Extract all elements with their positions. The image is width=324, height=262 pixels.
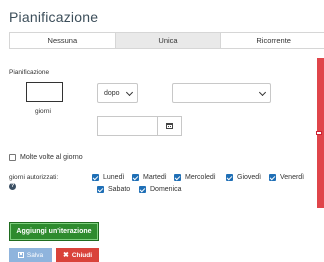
reference-select[interactable] xyxy=(172,83,271,103)
day-label: Martedì xyxy=(143,174,167,181)
question-icon[interactable]: ? xyxy=(9,183,16,190)
date-input[interactable] xyxy=(97,116,157,136)
many-times-label: Molte volte al giorno xyxy=(20,154,83,161)
day-label: Giovedì xyxy=(237,174,262,181)
schedule-tabs: Nessuna Unica Ricorrente xyxy=(9,32,324,49)
day-venerdi: Venerdì xyxy=(269,174,304,181)
close-button[interactable]: ✖ Chiudi xyxy=(56,248,99,262)
allowed-days-label: giorni autorizzati: xyxy=(9,174,59,181)
day-label: Sabato xyxy=(108,186,131,193)
day-checkbox-venerdi[interactable] xyxy=(269,174,276,181)
day-label: Domenica xyxy=(150,186,182,193)
chevron-down-icon xyxy=(258,88,267,97)
page-title: Pianificazione xyxy=(9,9,99,25)
tab-unica[interactable]: Unica xyxy=(115,33,222,48)
day-label: Lunedì xyxy=(103,174,125,181)
collapse-handle-icon[interactable] xyxy=(316,131,322,135)
schedule-section-label: Pianificazione xyxy=(9,69,50,76)
when-select-value: dopo xyxy=(104,90,120,97)
when-select[interactable]: dopo xyxy=(97,83,138,103)
tab-nessuna[interactable]: Nessuna xyxy=(10,33,116,48)
close-button-label: Chiudi xyxy=(71,251,93,259)
add-iteration-button[interactable]: Aggiungi un'iterazione xyxy=(9,222,99,241)
day-martedi: Martedì xyxy=(132,174,167,181)
tab-ricorrente[interactable]: Ricorrente xyxy=(221,33,324,48)
many-times-row: Molte volte al giorno xyxy=(9,154,83,161)
day-checkbox-lunedi[interactable] xyxy=(92,174,99,181)
day-checkbox-mercoledi[interactable] xyxy=(174,174,181,181)
save-button[interactable]: Salva xyxy=(9,248,52,262)
day-checkbox-sabato[interactable] xyxy=(97,186,104,193)
day-label: Venerdì xyxy=(280,174,305,181)
save-button-label: Salva xyxy=(26,251,44,259)
calendar-icon xyxy=(166,123,173,129)
day-giovedi: Giovedì xyxy=(226,174,261,181)
day-lunedi: Lunedì xyxy=(92,174,124,181)
floppy-disk-icon xyxy=(17,252,24,258)
chevron-down-icon xyxy=(125,88,134,97)
day-mercoledi: Mercoledì xyxy=(174,174,216,181)
day-checkbox-giovedi[interactable] xyxy=(226,174,233,181)
days-unit-label: giorni xyxy=(35,108,51,115)
day-domenica: Domenica xyxy=(139,186,182,193)
day-checkbox-martedi[interactable] xyxy=(132,174,139,181)
many-times-checkbox[interactable] xyxy=(9,154,16,161)
days-count-input[interactable] xyxy=(26,82,63,102)
day-checkbox-domenica[interactable] xyxy=(139,186,146,193)
calendar-button[interactable] xyxy=(157,116,182,136)
day-sabato: Sabato xyxy=(97,186,130,193)
day-label: Mercoledì xyxy=(185,174,216,181)
x-icon: ✖ xyxy=(62,251,69,259)
